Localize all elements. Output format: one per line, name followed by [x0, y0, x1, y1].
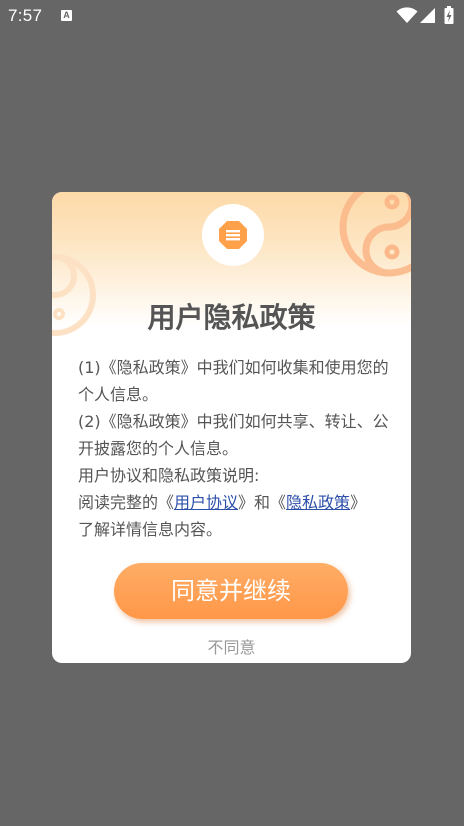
body-line-1: (1)《隐私政策》中我们如何收集和使用您的个人信息。: [78, 358, 389, 404]
privacy-dialog: 用户隐私政策 (1)《隐私政策》中我们如何收集和使用您的个人信息。 (2)《隐私…: [52, 192, 411, 663]
body-line-4: 阅读完整的《用户协议》和《隐私政策》: [78, 489, 394, 516]
agree-continue-button[interactable]: 同意并继续: [114, 563, 348, 619]
body-line-4-middle: 》和《: [238, 493, 287, 512]
a-letter-icon: A: [61, 10, 72, 21]
user-agreement-link[interactable]: 用户协议: [174, 493, 238, 512]
status-time: 7:57: [8, 6, 43, 25]
body-line-3: 用户协议和隐私政策说明:: [78, 466, 260, 485]
dialog-body: (1)《隐私政策》中我们如何收集和使用您的个人信息。 (2)《隐私政策》中我们如…: [78, 354, 394, 543]
status-bar: 7:57 A: [0, 0, 464, 32]
yin-yang-decoration-icon: [339, 192, 411, 277]
body-line-4-suffix: 》: [350, 493, 367, 512]
disagree-button[interactable]: 不同意: [52, 634, 411, 658]
battery-icon: [444, 6, 454, 24]
document-lines-icon: [219, 221, 247, 249]
privacy-policy-link[interactable]: 隐私政策: [286, 493, 350, 512]
header-badge: [202, 204, 264, 266]
signal-icon: [420, 8, 435, 23]
dialog-title: 用户隐私政策: [147, 301, 316, 334]
status-icons: [396, 6, 456, 24]
body-line-4-prefix: 阅读完整的《: [78, 493, 175, 512]
wifi-icon: [396, 7, 418, 23]
a-letter-icon-glyph: A: [63, 10, 70, 20]
body-line-5: 了解详情信息内容。: [78, 520, 223, 539]
body-line-2: (2)《隐私政策》中我们如何共享、转让、公开披露您的个人信息。: [78, 412, 389, 458]
